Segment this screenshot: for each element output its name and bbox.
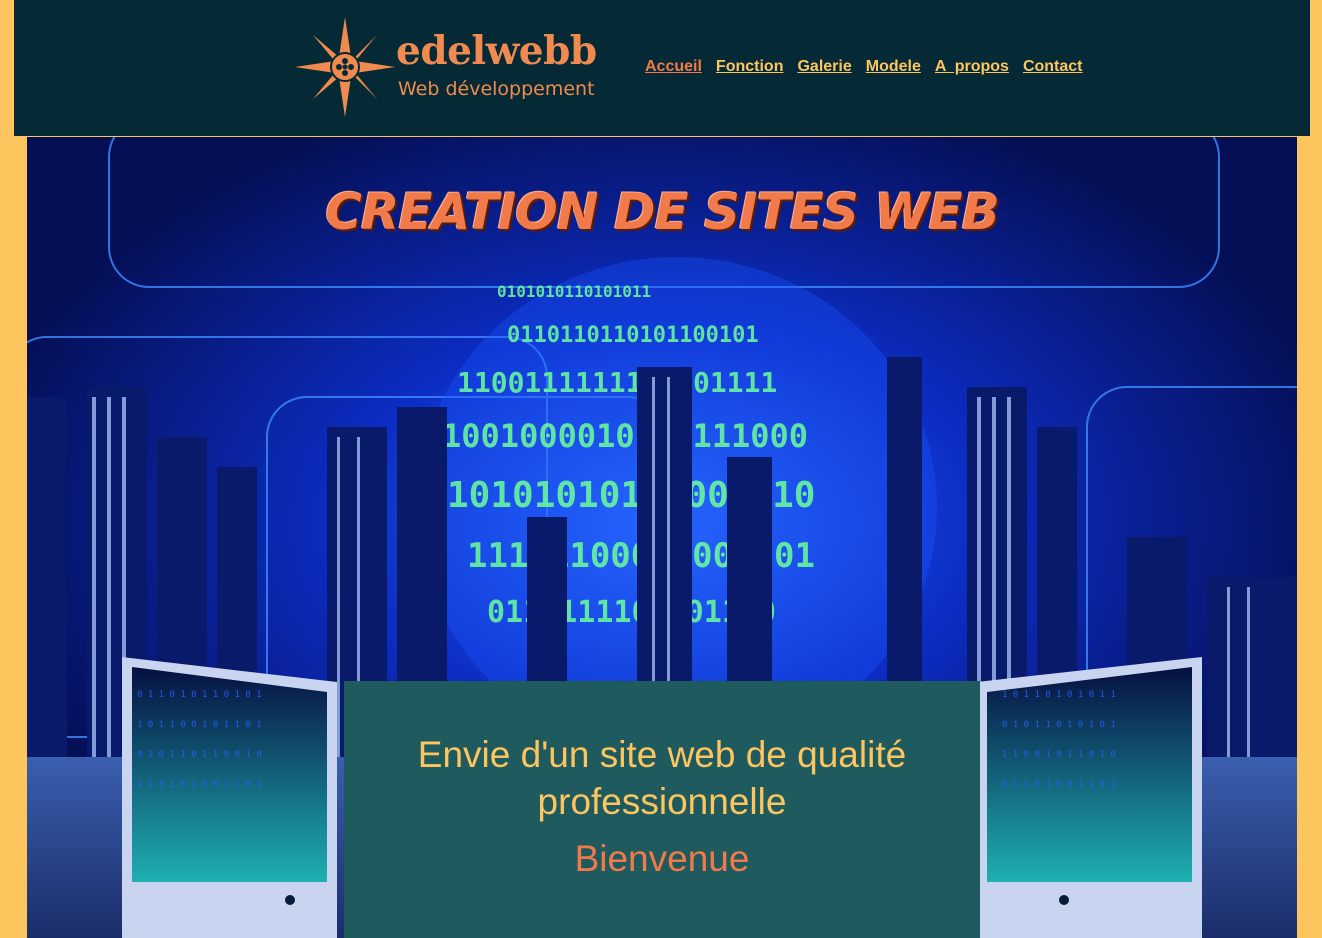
hero-title: CREATION DE SITES WEB [325,183,1000,241]
main-nav: Accueil Fonction Galerie Modele A propos… [645,58,1083,76]
svg-text:1 0 1 1 0 0 1 0 1 1 0 1: 1 0 1 1 0 0 1 0 1 1 0 1 [137,720,262,730]
welcome-text: Envie d'un site web de qualité professio… [417,734,907,822]
svg-text:0 1 0 1 1 0 1 0 1 0 1: 0 1 0 1 1 0 1 0 1 0 1 [1002,720,1116,730]
svg-text:0 1 0 1 1 0 1 1 0 0 1 0: 0 1 0 1 1 0 1 1 0 0 1 0 [137,750,262,760]
svg-text:0 1 1 0 1 0 1 1 0 1 0 1: 0 1 1 0 1 0 1 1 0 1 0 1 [137,690,262,700]
nav-item-fonction[interactable]: Fonction [716,58,784,76]
nav-item-a-propos[interactable]: A propos [935,58,1009,76]
welcome-subtitle: Bienvenue [574,838,750,879]
svg-text:1 1 0 0 1 0 1 1 0 1 0: 1 1 0 0 1 0 1 1 0 1 0 [1002,750,1116,760]
svg-text:0101010110101011: 0101010110101011 [497,282,651,301]
site-logo[interactable]: edelwebb Web développement [295,14,605,120]
welcome-panel: Envie d'un site web de qualité professio… [344,681,980,938]
svg-text:0 1 1 0 1 0 0 1 1 0 1: 0 1 1 0 1 0 0 1 1 0 1 [1002,780,1116,790]
brand-tagline: Web développement [398,78,595,100]
hero-banner: 0101010110101011 0110110110101100101 110… [27,137,1297,938]
nav-item-galerie[interactable]: Galerie [797,58,851,76]
compass-star-icon [295,17,395,117]
nav-item-contact[interactable]: Contact [1023,58,1083,76]
svg-text:1 0 1 1 0 1 0 1 0 1 1: 1 0 1 1 0 1 0 1 0 1 1 [1002,690,1116,700]
svg-text:0110110110101100101: 0110110110101100101 [507,323,759,348]
nav-item-modele[interactable]: Modele [866,58,921,76]
nav-item-accueil[interactable]: Accueil [645,58,702,76]
svg-text:1001000010111111000: 1001000010111111000 [442,417,808,455]
svg-text:1100111111101101111: 1100111111101101111 [457,366,777,399]
site-header: edelwebb Web développement Accueil Fonct… [14,0,1310,136]
brand-name: edelwebb [396,28,597,74]
svg-text:1 1 0 1 0 1 0 0 1 1 0 1: 1 1 0 1 0 1 0 0 1 1 0 1 [137,780,262,790]
